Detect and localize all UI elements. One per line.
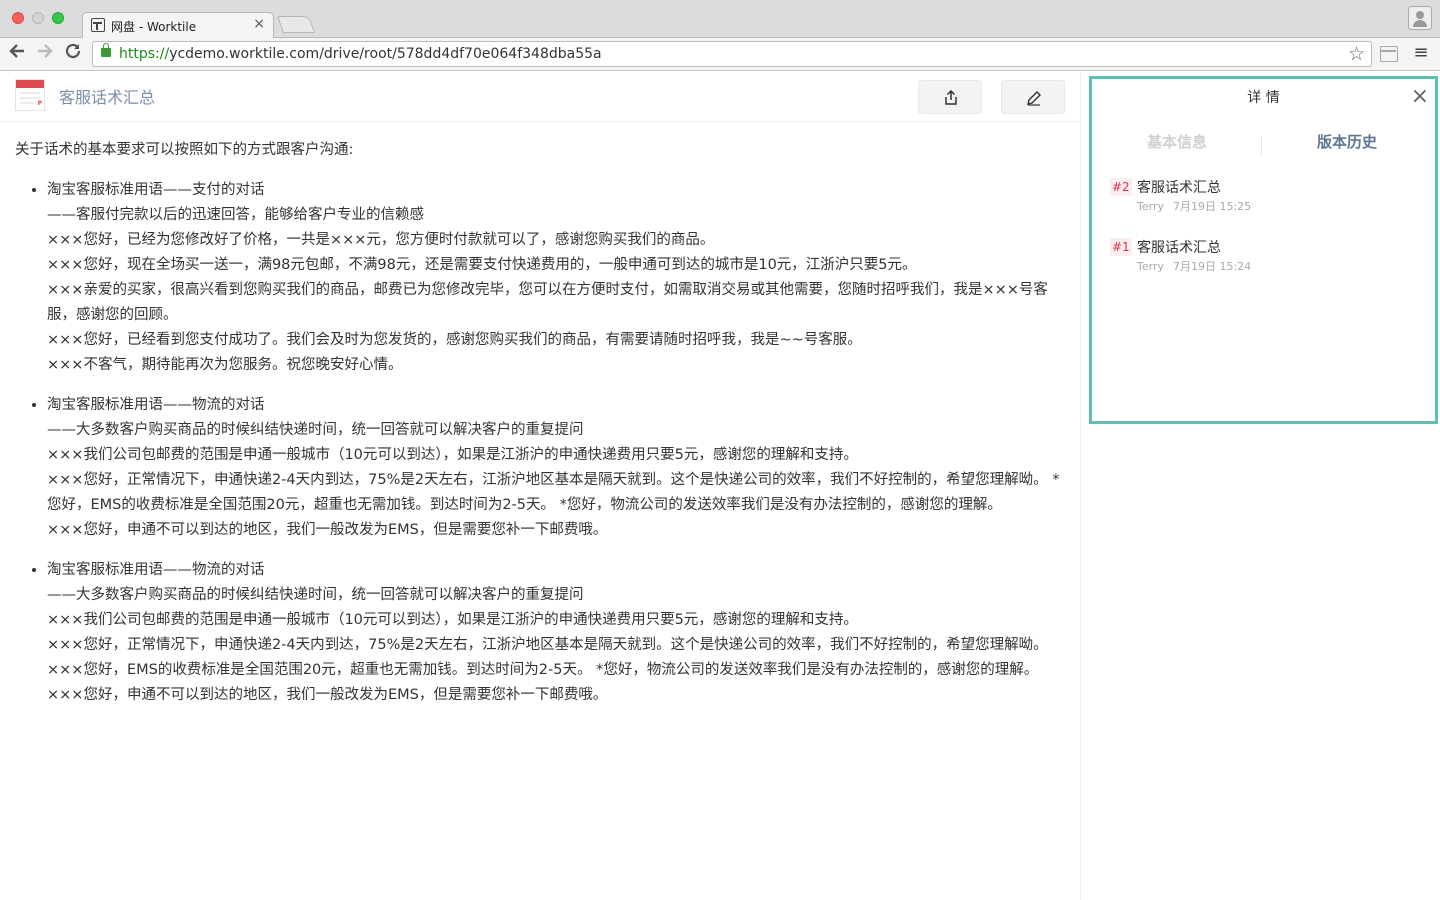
doc-line: ×××您好，申通不可以到达的地区，我们一般改发为EMS，但是需要您补一下邮费哦。 [47, 687, 608, 703]
doc-line: ×××亲爱的买家，很高兴看到您购买我们的商品，邮费已为您修改完毕，您可以在方便时… [47, 282, 1048, 323]
doc-line: ×××不客气，期待能再次为您服务。祝您晚安好心情。 [47, 357, 403, 373]
file-header: P 客服话术汇总 [0, 72, 1080, 122]
doc-line: ×××我们公司包邮费的范围是申通一般城市（10元可以到达），如果是江浙沪的申通快… [47, 612, 858, 628]
doc-intro: 关于话术的基本要求可以按照如下的方式跟客户沟通: [15, 142, 354, 158]
window-close-button[interactable] [12, 12, 24, 24]
version-meta: Terry 7月19日 15:25 [1137, 198, 1251, 214]
version-time: 7月19日 15:25 [1172, 200, 1252, 213]
doc-line: ——大多数客户购买商品的时候纠结快递时间，统一回答就可以解决客户的重复提问 [47, 587, 584, 603]
version-number-badge: #1 [1110, 238, 1132, 256]
detail-title: 详 情 [1247, 90, 1280, 106]
doc-line: ×××您好，现在全场买一送一，满98元包邮，不满98元，还是需要支付快递费用的，… [47, 257, 917, 273]
lock-icon [101, 43, 111, 57]
worktile-favicon-icon [91, 18, 105, 32]
address-bar[interactable]: https://ycdemo.worktile.com/drive/root/5… [92, 41, 1372, 67]
doc-line: ×××您好，正常情况下，申通快递2-4天内到达，75%是2天左右，江浙沪地区基本… [47, 637, 1048, 653]
doc-section-list: 淘宝客服标准用语——支付的对话 ——客服付完款以后的迅速回答，能够给客户专业的信… [15, 178, 1063, 708]
close-icon[interactable]: × [1411, 85, 1429, 109]
doc-line: 淘宝客服标准用语——物流的对话 [47, 562, 265, 578]
version-name: 客服话术汇总 [1137, 240, 1221, 256]
document-file-icon: P [15, 79, 45, 111]
detail-tabs: 基本信息 版本历史 [1092, 131, 1435, 159]
doc-line: ×××您好，申通不可以到达的地区，我们一般改发为EMS，但是需要您补一下邮费哦。 [47, 522, 608, 538]
tab-title: 网盘 - Worktile [111, 20, 197, 34]
version-meta: Terry 7月19日 15:24 [1137, 258, 1251, 274]
browser-menu-icon[interactable]: ≡ [1412, 44, 1430, 62]
version-user: Terry [1137, 200, 1164, 213]
window-maximize-button[interactable] [52, 12, 64, 24]
version-name: 客服话术汇总 [1137, 180, 1221, 196]
browser-toolbar: https://ycdemo.worktile.com/drive/root/5… [0, 38, 1440, 71]
profile-avatar-icon[interactable] [1408, 6, 1432, 30]
document-content: 关于话术的基本要求可以按照如下的方式跟客户沟通: 淘宝客服标准用语——支付的对话… [15, 138, 1063, 723]
tab-basic-info[interactable]: 基本信息 [1092, 131, 1262, 152]
version-number-badge: #2 [1110, 178, 1132, 196]
new-tab-button[interactable] [276, 16, 316, 33]
forward-arrow-icon[interactable] [34, 42, 56, 64]
file-title: 客服话术汇总 [59, 88, 156, 107]
share-button[interactable] [918, 80, 982, 114]
extension-icon[interactable] [1380, 46, 1398, 62]
doc-line: ——客服付完款以后的迅速回答，能够给客户专业的信赖感 [47, 207, 424, 223]
doc-section: 淘宝客服标准用语——支付的对话 ——客服付完款以后的迅速回答，能够给客户专业的信… [47, 178, 1063, 378]
version-time: 7月19日 15:24 [1172, 260, 1252, 273]
url-text: https://ycdemo.worktile.com/drive/root/5… [119, 46, 602, 62]
doc-line: 淘宝客服标准用语——物流的对话 [47, 397, 265, 413]
doc-line: ×××您好，已经看到您支付成功了。我们会及时为您发货的，感谢您购买我们的商品，有… [47, 332, 862, 348]
version-user: Terry [1137, 260, 1164, 273]
browser-titlebar: 网盘 - Worktile × [0, 0, 1440, 39]
tab-version-history[interactable]: 版本历史 [1262, 131, 1432, 152]
doc-section: 淘宝客服标准用语——物流的对话 ——大多数客户购买商品的时候纠结快递时间，统一回… [47, 393, 1063, 543]
share-icon [945, 90, 957, 105]
doc-line: ×××您好，正常情况下，申通快递2-4天内到达，75%是2天左右，江浙沪地区基本… [47, 472, 1060, 513]
back-arrow-icon[interactable] [6, 42, 28, 64]
tab-close-icon[interactable]: × [253, 16, 265, 32]
bookmark-star-icon[interactable]: ☆ [1348, 43, 1365, 65]
doc-line: 淘宝客服标准用语——支付的对话 [47, 182, 265, 198]
doc-line: ×××您好，EMS的收费标准是全国范围20元，超重也无需加钱。到达时间为2-5天… [47, 662, 1039, 678]
doc-section: 淘宝客服标准用语——物流的对话 ——大多数客户购买商品的时候纠结快递时间，统一回… [47, 558, 1063, 708]
doc-line: ——大多数客户购买商品的时候纠结快递时间，统一回答就可以解决客户的重复提问 [47, 422, 584, 438]
doc-line: ×××我们公司包邮费的范围是申通一般城市（10元可以到达），如果是江浙沪的申通快… [47, 447, 858, 463]
detail-panel: 详 情 × 基本信息 版本历史 #2 客服话术汇总 Terry 7月19日 15:… [1089, 76, 1438, 424]
panel-divider [1080, 72, 1081, 900]
window-minimize-button[interactable] [32, 12, 44, 24]
doc-line: ×××您好，已经为您修改好了价格，一共是×××元，您方便时付款就可以了，感谢您购… [47, 232, 715, 248]
browser-tab[interactable]: 网盘 - Worktile × [82, 12, 274, 39]
edit-button[interactable] [1001, 80, 1065, 114]
pencil-icon [1027, 91, 1041, 106]
reload-icon[interactable] [62, 42, 84, 64]
